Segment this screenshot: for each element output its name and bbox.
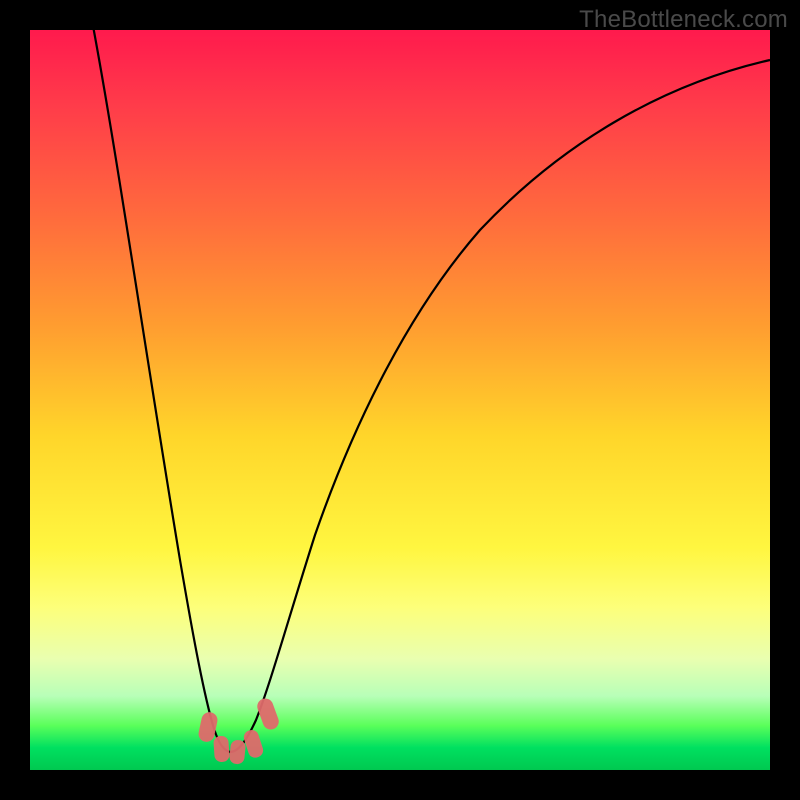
marker-blob bbox=[213, 735, 230, 762]
curve-path bbox=[90, 10, 770, 752]
bottleneck-curve bbox=[30, 30, 770, 770]
chart-plot-area bbox=[30, 30, 770, 770]
marker-blob bbox=[229, 739, 246, 764]
marker-cluster bbox=[197, 696, 281, 765]
marker-blob bbox=[242, 728, 265, 759]
